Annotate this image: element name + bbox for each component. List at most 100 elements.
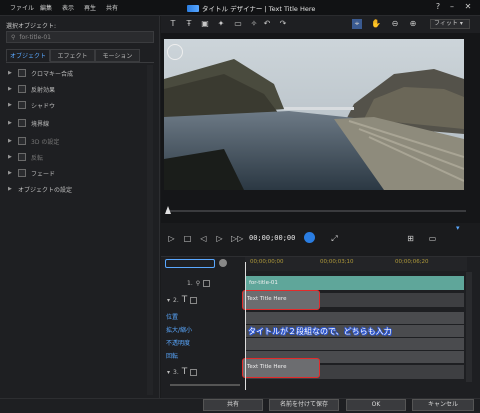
- clip-text-title-3[interactable]: Text Title Here: [242, 358, 320, 378]
- app-title: タイトル デザイナー | Text Title Here: [187, 3, 315, 13]
- fast-forward-icon[interactable]: ▷▷: [231, 233, 243, 244]
- expand-arrow-icon[interactable]: ▶: [8, 70, 13, 76]
- prop-label: フェード: [31, 170, 56, 178]
- undo-icon[interactable]: ↶: [262, 19, 272, 29]
- sub-track-position-lane[interactable]: [245, 312, 464, 324]
- fade-checkbox[interactable]: [18, 169, 26, 177]
- share-button[interactable]: 共有: [203, 399, 263, 411]
- timecode-display: 00;00;00;00: [249, 234, 296, 242]
- prop-reflection[interactable]: ▶ 反射効果: [8, 82, 153, 96]
- timecode-mode-icon[interactable]: [304, 232, 315, 243]
- prev-frame-icon[interactable]: ◁: [198, 233, 209, 244]
- sub-track-position[interactable]: 位置: [166, 312, 244, 324]
- track-checkbox[interactable]: [190, 296, 198, 304]
- expand-arrow-icon[interactable]: ▶: [8, 86, 13, 92]
- timeline-settings-icon[interactable]: [219, 259, 227, 267]
- redo-icon[interactable]: ↷: [278, 19, 288, 29]
- zoom-fit-dropdown[interactable]: フィット ▾: [430, 19, 470, 29]
- text-tool-icon[interactable]: T: [168, 19, 178, 29]
- timeline-mode-button[interactable]: [165, 259, 215, 268]
- text-style-icon[interactable]: Ŧ: [184, 19, 194, 29]
- prop-object-settings[interactable]: ▶ オブジェクトの設定: [8, 182, 153, 196]
- save-as-button[interactable]: 名前を付けて保存: [269, 399, 339, 411]
- timeline-zoom-slider[interactable]: [170, 384, 240, 386]
- 360-view-icon[interactable]: [167, 44, 183, 60]
- expand-arrow-icon[interactable]: ▶: [8, 120, 13, 126]
- clip-for-title-01[interactable]: for-title-01: [245, 276, 464, 290]
- collapse-arrow-icon[interactable]: ▾: [167, 369, 170, 376]
- text-track-icon: T: [181, 295, 188, 305]
- track-header-2[interactable]: ▾ 2. T: [161, 293, 244, 307]
- ok-button[interactable]: OK: [346, 399, 406, 411]
- clip-text-title-2[interactable]: Text Title Here: [242, 290, 320, 310]
- menu-play[interactable]: 再生: [84, 3, 96, 12]
- prop-chroma-key[interactable]: ▶ クロマキー合成: [8, 66, 153, 80]
- tab-motion[interactable]: モーション: [95, 49, 140, 62]
- object-icon: ⚲: [195, 279, 201, 287]
- background-icon[interactable]: ▭: [233, 19, 243, 29]
- expand-arrow-icon[interactable]: ▶: [8, 138, 13, 144]
- collapse-icon[interactable]: ▾: [456, 224, 460, 232]
- seek-bar[interactable]: [166, 210, 466, 212]
- sub-track-rotation[interactable]: 回転: [166, 351, 244, 363]
- menu-view[interactable]: 表示: [62, 3, 74, 12]
- playhead[interactable]: [245, 262, 246, 390]
- track-1[interactable]: for-title-01: [245, 276, 464, 290]
- safe-zone-icon[interactable]: ▭: [427, 233, 438, 244]
- sub-track-opacity[interactable]: 不透明度: [166, 338, 244, 350]
- expand-arrow-icon[interactable]: ▶: [8, 186, 13, 192]
- prop-flip[interactable]: ▶ 反転: [8, 150, 153, 164]
- prop-3d-settings[interactable]: ▶ 3D の設定: [8, 134, 153, 148]
- hand-icon[interactable]: ✋: [371, 19, 381, 29]
- reflection-checkbox[interactable]: [18, 85, 26, 93]
- close-button[interactable]: ✕: [463, 2, 473, 12]
- collapse-arrow-icon[interactable]: ▾: [167, 297, 170, 304]
- video-preview[interactable]: [164, 39, 464, 190]
- prop-shadow[interactable]: ▶ シャドウ: [8, 98, 153, 112]
- image-icon[interactable]: ▣: [200, 19, 210, 29]
- menu-share[interactable]: 共有: [106, 3, 118, 12]
- select-icon[interactable]: ⌖: [352, 19, 362, 29]
- sub-track-scale[interactable]: 拡大/縮小: [166, 325, 244, 337]
- track-checkbox[interactable]: [203, 279, 211, 287]
- expand-arrow-icon[interactable]: ▶: [8, 102, 13, 108]
- minimize-button[interactable]: –: [447, 2, 457, 12]
- tab-divider: [6, 62, 154, 63]
- fullscreen-icon[interactable]: ⤢: [329, 233, 340, 244]
- zoom-in-icon[interactable]: ⊕: [408, 19, 418, 29]
- track-header-3[interactable]: ▾ 3. T: [161, 365, 244, 379]
- tab-object[interactable]: オブジェクト: [6, 49, 50, 62]
- play-icon[interactable]: ▷: [166, 233, 177, 244]
- sub-track-opacity-lane[interactable]: [245, 338, 464, 350]
- next-frame-icon[interactable]: ▷: [214, 233, 225, 244]
- shadow-checkbox[interactable]: [18, 101, 26, 109]
- expand-arrow-icon[interactable]: ▶: [8, 170, 13, 176]
- flip-checkbox[interactable]: [18, 153, 26, 161]
- track-header-1[interactable]: 1. ⚲: [161, 276, 244, 290]
- selected-object-dropdown[interactable]: ⚲ for-title-01: [6, 31, 154, 43]
- effect-icon[interactable]: ✧: [249, 19, 259, 29]
- tab-effect[interactable]: エフェクト: [50, 49, 95, 62]
- prop-border[interactable]: ▶ 境界線: [8, 116, 153, 130]
- prop-fade[interactable]: ▶ フェード: [8, 166, 153, 180]
- cancel-button[interactable]: キャンセル: [412, 399, 474, 411]
- track-checkbox[interactable]: [190, 368, 198, 376]
- particle-icon[interactable]: ✦: [216, 19, 226, 29]
- expand-arrow-icon[interactable]: ▶: [8, 154, 13, 160]
- grid-icon[interactable]: ⊞: [405, 233, 416, 244]
- stop-icon[interactable]: □: [182, 233, 193, 244]
- object-icon: ⚲: [11, 33, 16, 41]
- prop-label: クロマキー合成: [31, 70, 74, 78]
- chroma-key-checkbox[interactable]: [18, 69, 26, 77]
- menu-file[interactable]: ファイル: [10, 3, 34, 12]
- timeline-scrollbar[interactable]: [466, 272, 472, 382]
- left-scrollbar[interactable]: [147, 65, 153, 395]
- ruler-tick-0: 00;00;00;00: [250, 259, 284, 265]
- menu-edit[interactable]: 編集: [40, 3, 52, 12]
- help-button[interactable]: ?: [433, 2, 443, 12]
- border-checkbox[interactable]: [18, 119, 26, 127]
- ruler-tick-1: 00;00;03;10: [320, 259, 354, 265]
- chevron-down-icon: ▾: [459, 20, 463, 27]
- 3d-checkbox[interactable]: [18, 137, 26, 145]
- zoom-out-icon[interactable]: ⊖: [390, 19, 400, 29]
